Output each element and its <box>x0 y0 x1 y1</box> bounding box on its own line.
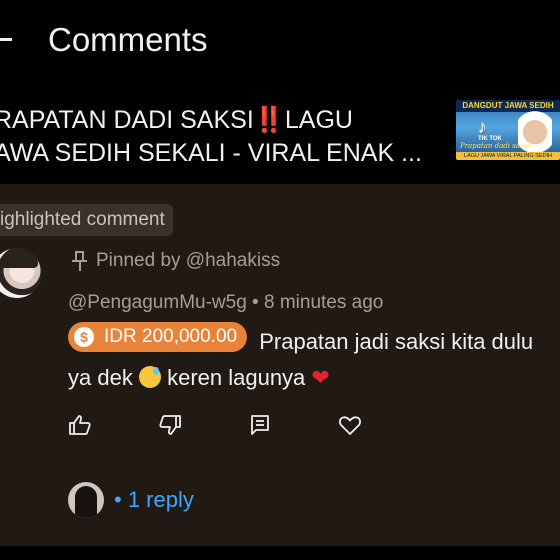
thumbs-up-icon[interactable] <box>68 413 92 437</box>
thumbs-down-icon[interactable] <box>158 413 182 437</box>
super-thanks-amount: IDR 200,000.00 <box>104 326 238 347</box>
comment-author[interactable]: @PengagumMu-w5g <box>68 292 247 313</box>
reply-avatar-figure <box>75 486 97 518</box>
pinned-text: Pinned by @hahakiss <box>96 250 281 271</box>
replies-row[interactable]: • 1 reply <box>68 482 194 518</box>
avatar-hair <box>0 250 38 268</box>
tiktok-logo-icon: ♪ <box>478 117 487 137</box>
back-arrow-icon[interactable] <box>0 38 12 41</box>
replies-link[interactable]: • 1 reply <box>114 487 194 513</box>
video-thumbnail[interactable]: DANGDUT JAWA SEDIH ♪ TIK TOK Prapatan da… <box>456 100 560 160</box>
commenter-avatar[interactable] <box>0 248 42 298</box>
video-title-line-2: AWA SEDIH SEKALI - VIRAL ENAK ... <box>0 139 422 167</box>
comment-text-part2: keren lagunya <box>167 365 306 390</box>
video-title: RAPATAN DADI SAKSI‼️LAGU AWA SEDIH SEKAL… <box>0 104 444 170</box>
heart-icon[interactable] <box>338 413 362 437</box>
video-title-line-1: RAPATAN DADI SAKSI‼️LAGU <box>0 106 353 134</box>
sweat-smile-emoji-icon <box>138 366 161 388</box>
highlighted-comment-badge: ighlighted comment <box>0 204 173 236</box>
bottom-divider <box>0 546 560 560</box>
super-thanks-badge: IDR 200,000.00 <box>68 322 248 352</box>
reply-avatar <box>68 482 104 518</box>
meta-separator: • <box>252 292 259 313</box>
thumbnail-bottom-strip: LAGU JAWA VIRAL PALING SEDIH <box>456 152 560 160</box>
video-info-row[interactable]: RAPATAN DADI SAKSI‼️LAGU AWA SEDIH SEKAL… <box>0 86 560 184</box>
top-app-bar: Comments <box>0 0 560 86</box>
red-heart-emoji-icon: ❤ <box>311 365 330 390</box>
comment-body: IDR 200,000.00 Prapatan jadi saksi kita … <box>68 322 548 396</box>
pin-icon <box>72 250 88 272</box>
highlighted-comment-panel: ighlighted comment Pinned by @hahakiss @… <box>0 184 560 546</box>
reply-icon[interactable] <box>248 413 272 437</box>
comment-author-line: @PengagumMu-w5g • 8 minutes ago <box>68 292 383 314</box>
comment-actions <box>68 410 428 440</box>
super-thanks-icon <box>74 327 94 347</box>
page-title: Comments <box>48 21 208 58</box>
pinned-label: Pinned by @hahakiss <box>72 250 280 272</box>
comment-time: 8 minutes ago <box>263 292 384 313</box>
thumbnail-script-text: Prapatan dadi saksi <box>460 142 531 150</box>
